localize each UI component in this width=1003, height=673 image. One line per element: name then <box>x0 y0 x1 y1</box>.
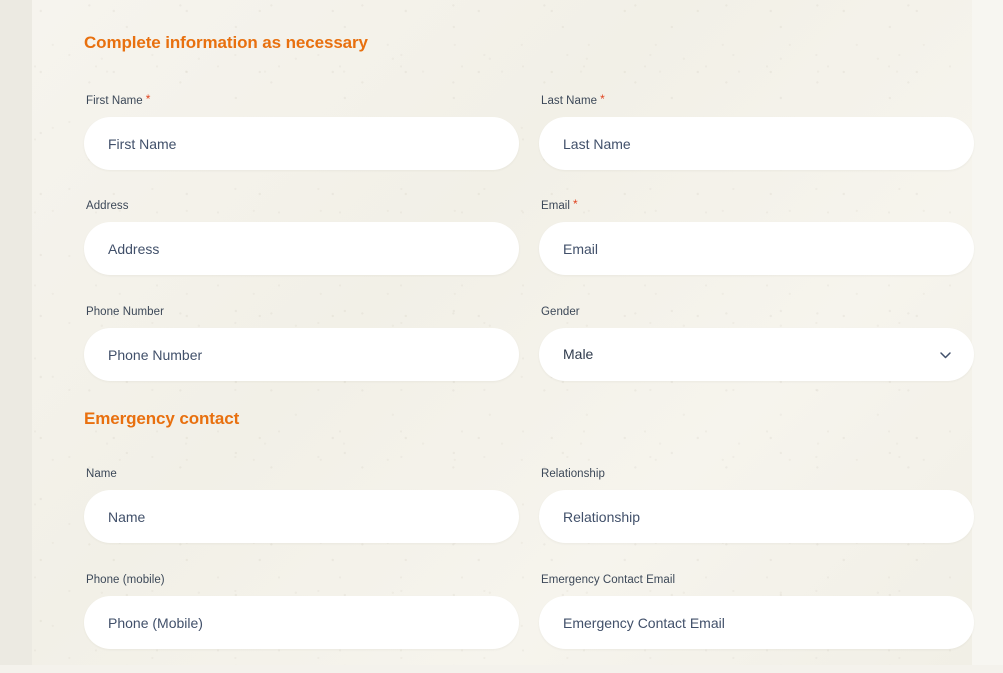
label-gender-text: Gender <box>541 306 580 318</box>
label-email: Email * <box>541 197 974 213</box>
field-row-name: First Name* Last Name* <box>84 92 974 170</box>
label-emergency-relationship-text: Relationship <box>541 468 605 480</box>
field-emergency-relationship: Relationship <box>539 465 974 543</box>
label-emergency-relationship: Relationship <box>541 465 974 481</box>
field-row-phone-gender: Phone Number Gender Male <box>84 303 974 381</box>
section-heading-personal-information: Complete information as necessary <box>84 33 368 52</box>
label-last-name: Last Name * <box>541 92 974 108</box>
email-input[interactable] <box>539 222 974 275</box>
field-phone-number: Phone Number <box>84 303 519 381</box>
form-content: Complete information as necessary First … <box>32 0 974 665</box>
page-root: Complete information as necessary First … <box>0 0 1003 673</box>
last-name-input[interactable] <box>539 117 974 170</box>
label-address: Address <box>86 197 519 213</box>
label-emergency-contact-email-text: Emergency Contact Email <box>541 574 676 586</box>
first-name-input[interactable] <box>84 117 519 170</box>
field-first-name: First Name * <box>84 92 519 170</box>
page-gutter-left <box>0 0 32 673</box>
field-last-name: Last Name * <box>539 92 974 170</box>
label-email-text: Email <box>541 200 571 212</box>
label-address-text: Address <box>86 200 129 212</box>
phone-number-input[interactable] <box>84 328 519 381</box>
field-row-emergency-contact-details: Phone (mobile) Emergency Contact Email <box>84 571 974 649</box>
emergency-relationship-input[interactable] <box>539 490 974 543</box>
page-gutter-right <box>972 0 1003 673</box>
form-card: Complete information as necessary First … <box>32 0 974 665</box>
label-emergency-phone-mobile: Phone (mobile) <box>86 571 519 587</box>
required-marker-last-name: * <box>600 92 605 106</box>
field-emergency-name: Name <box>84 465 519 543</box>
required-marker-email: * <box>573 197 578 211</box>
label-emergency-phone-mobile-text: Phone (mobile) <box>86 574 165 586</box>
emergency-contact-email-input[interactable] <box>539 596 974 649</box>
emergency-name-input[interactable] <box>84 490 519 543</box>
gender-select-wrapper: Male <box>539 328 974 381</box>
emergency-phone-mobile-input[interactable] <box>84 596 519 649</box>
label-emergency-name: Name <box>86 465 519 481</box>
label-gender: Gender <box>541 303 974 319</box>
section-heading-emergency-contact: Emergency contact <box>84 409 240 428</box>
field-address: Address <box>84 197 519 275</box>
label-emergency-contact-email: Emergency Contact Email <box>541 571 974 587</box>
required-marker-first-name: * <box>145 92 151 106</box>
field-emergency-phone-mobile: Phone (mobile) <box>84 571 519 649</box>
gender-select[interactable]: Male <box>539 328 974 381</box>
field-gender: Gender Male <box>539 303 974 381</box>
label-emergency-name-text: Name <box>86 468 117 480</box>
field-emergency-contact-email: Emergency Contact Email <box>539 571 974 649</box>
page-gutter-bottom <box>0 665 1003 673</box>
label-first-name-text: First Name <box>86 95 143 107</box>
field-email: Email * <box>539 197 974 275</box>
label-last-name-text: Last Name <box>541 95 598 107</box>
field-row-emergency-name: Name Relationship <box>84 465 974 543</box>
label-phone-number: Phone Number <box>86 303 519 319</box>
label-phone-number-text: Phone Number <box>86 306 164 318</box>
field-row-address-email: Address Email* <box>84 197 974 275</box>
address-input[interactable] <box>84 222 519 275</box>
label-first-name: First Name * <box>86 92 519 108</box>
